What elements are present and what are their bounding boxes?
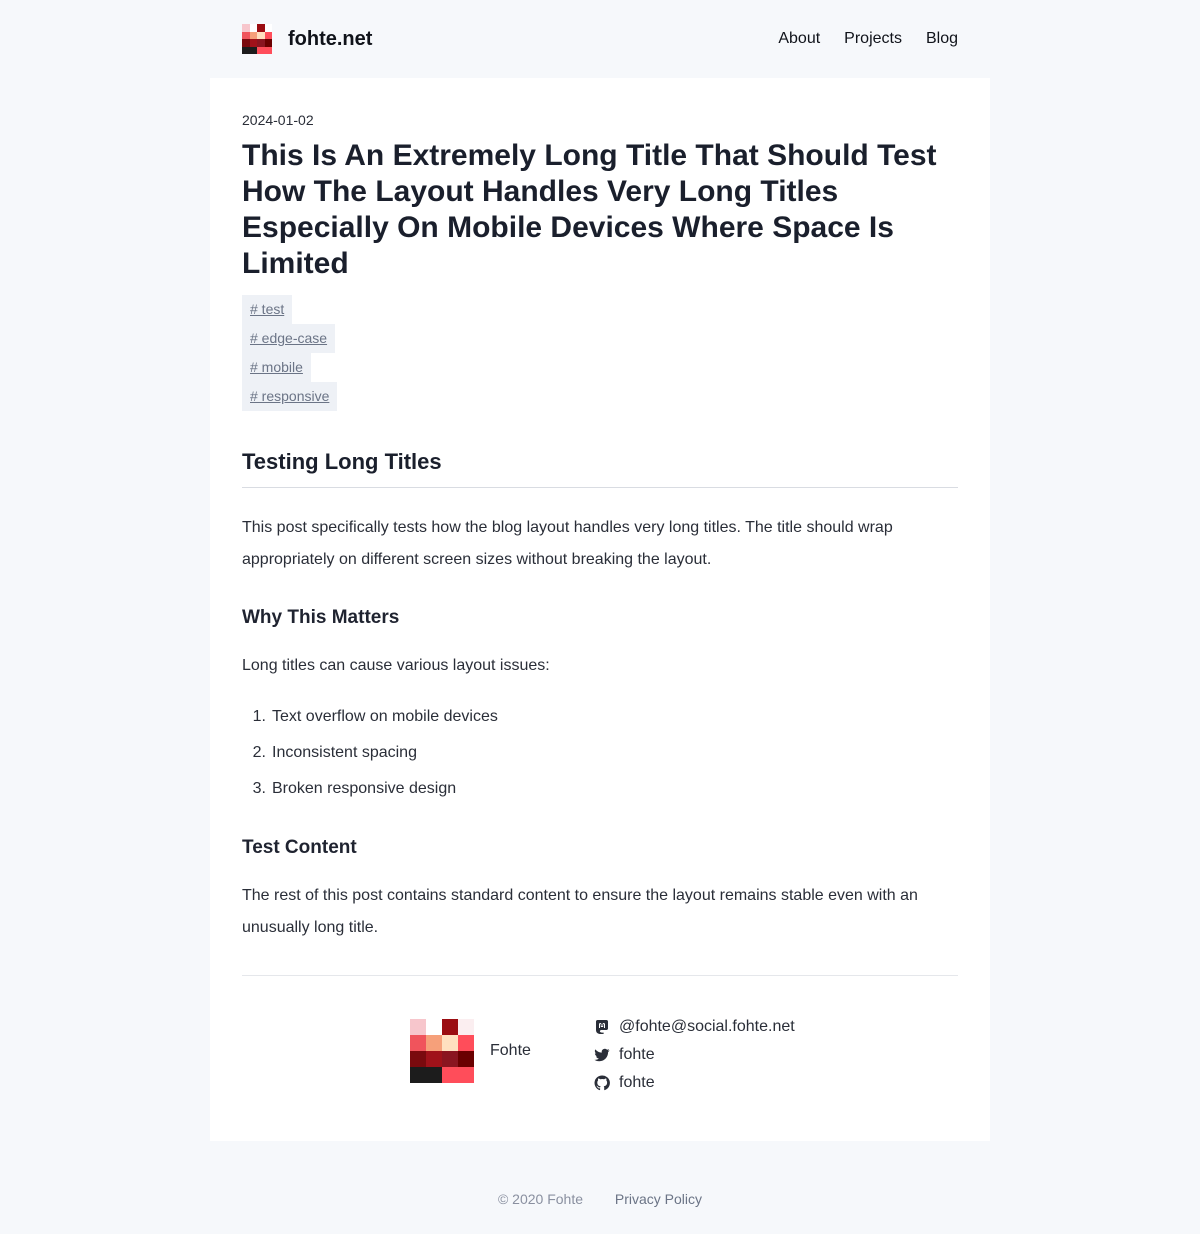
site-footer: © 2020 Fohte Privacy Policy bbox=[0, 1190, 1200, 1208]
list-item-text: Text overflow on mobile devices bbox=[272, 708, 498, 725]
article-card: 2024-01-02 This Is An Extremely Long Tit… bbox=[210, 78, 990, 1141]
github-link[interactable]: fohte bbox=[594, 1069, 795, 1097]
intro-paragraph: This post specifically tests how the blo… bbox=[242, 519, 893, 568]
nav-about[interactable]: About bbox=[778, 29, 820, 49]
tag-responsive[interactable]: # responsive bbox=[242, 382, 338, 411]
list-number: 2. bbox=[252, 744, 266, 761]
list-number: 1. bbox=[252, 708, 266, 725]
post-date: 2024-01-02 bbox=[242, 112, 314, 128]
author-name: Fohte bbox=[490, 1042, 531, 1059]
twitter-icon bbox=[594, 1048, 610, 1062]
tag-edge-case[interactable]: # edge-case bbox=[242, 324, 336, 353]
issues-list: 1. Text overflow on mobile devices 2. Inco… bbox=[242, 699, 498, 807]
avatar bbox=[410, 1019, 474, 1083]
github-handle[interactable]: fohte bbox=[619, 1074, 655, 1092]
copyright: © 2020 Fohte bbox=[497, 1191, 583, 1207]
tag-list: # test # edge-case # mobile # responsive bbox=[242, 295, 338, 411]
twitter-handle[interactable]: fohte bbox=[619, 1046, 655, 1064]
section2-paragraph: The rest of this post contains standard … bbox=[242, 887, 918, 936]
social-links: @fohte@social.fohte.net fohte fohte bbox=[594, 1013, 795, 1097]
list-item-text: Inconsistent spacing bbox=[272, 744, 417, 761]
list-item: 2. Inconsistent spacing bbox=[242, 735, 498, 771]
section-heading-why-this-matters: Why This Matters bbox=[242, 607, 400, 628]
author-divider bbox=[242, 975, 958, 976]
site-name[interactable]: fohte.net bbox=[288, 24, 372, 54]
nav-projects[interactable]: Projects bbox=[844, 29, 902, 49]
site-header: fohte.net About Projects Blog bbox=[242, 0, 958, 78]
list-item: 3. Broken responsive design bbox=[242, 771, 498, 807]
privacy-policy-link[interactable]: Privacy Policy bbox=[615, 1191, 702, 1207]
mastodon-icon bbox=[596, 1020, 608, 1035]
section1-paragraph: Long titles can cause various layout iss… bbox=[242, 657, 550, 674]
heading-divider bbox=[242, 487, 958, 488]
tag-mobile[interactable]: # mobile bbox=[242, 353, 311, 382]
post-title: This Is An Extremely Long Title That Sho… bbox=[242, 139, 937, 280]
section-heading-testing-long-titles: Testing Long Titles bbox=[242, 449, 442, 474]
list-item-text: Broken responsive design bbox=[272, 780, 457, 797]
list-item: 1. Text overflow on mobile devices bbox=[242, 699, 498, 735]
author-card: Fohte @fohte@social.fohte.net fohte foht… bbox=[410, 1018, 810, 1099]
brand[interactable]: fohte.net bbox=[242, 24, 372, 54]
twitter-link[interactable]: fohte bbox=[594, 1041, 795, 1069]
list-number: 3. bbox=[252, 780, 266, 797]
site-logo-icon[interactable] bbox=[242, 24, 272, 54]
nav-blog[interactable]: Blog bbox=[926, 29, 958, 49]
section-heading-test-content: Test Content bbox=[242, 837, 357, 858]
main-nav: About Projects Blog bbox=[778, 29, 958, 49]
mastodon-link[interactable]: @fohte@social.fohte.net bbox=[594, 1013, 795, 1041]
mastodon-handle[interactable]: @fohte@social.fohte.net bbox=[619, 1018, 795, 1036]
github-icon bbox=[594, 1075, 610, 1091]
tag-test[interactable]: # test bbox=[242, 295, 293, 324]
